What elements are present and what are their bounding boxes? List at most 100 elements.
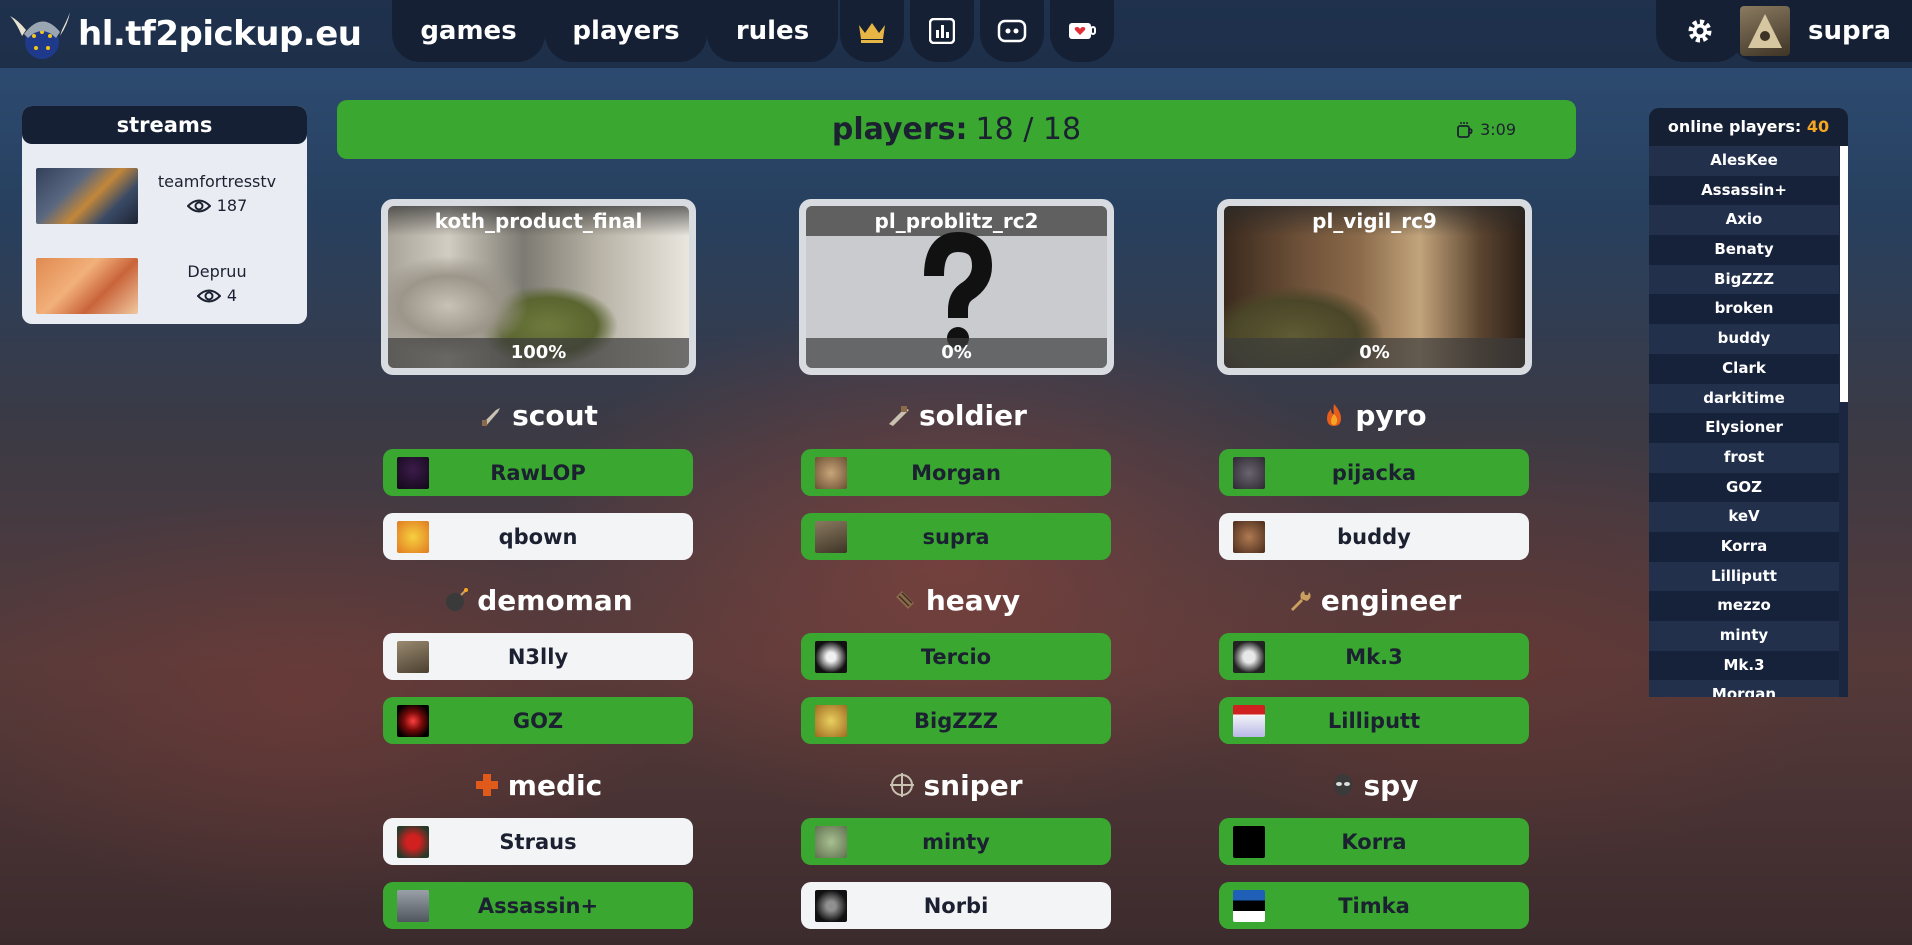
player-name: buddy <box>1337 524 1411 549</box>
player-name: Mk.3 <box>1345 644 1403 669</box>
stream-name: teamfortresstv <box>157 172 277 191</box>
online-player-item[interactable]: Elysioner <box>1649 413 1839 443</box>
player-slot[interactable]: buddy <box>1219 513 1529 560</box>
player-slot[interactable]: RawLOP <box>383 449 693 496</box>
online-player-item[interactable]: keV <box>1649 502 1839 532</box>
player-slot[interactable]: Korra <box>1219 818 1529 865</box>
class-name: engineer <box>1320 583 1462 617</box>
online-players-list[interactable]: AlesKee Assassin+ Axio Benaty BigZZZ broken bu… <box>1649 146 1848 697</box>
player-name: Korra <box>1341 829 1407 854</box>
online-player-item[interactable]: Mk.3 <box>1649 650 1839 681</box>
online-player-item[interactable]: buddy <box>1649 324 1839 354</box>
class-name: heavy <box>925 583 1021 617</box>
stream-item[interactable]: Depruu 4 <box>36 258 296 318</box>
player-slot[interactable]: BigZZZ <box>801 697 1111 744</box>
player-slot[interactable]: Lilliputt <box>1219 697 1529 744</box>
map-vote-card[interactable]: pl_problitz_rc2 0% <box>799 199 1114 375</box>
queue-timer-value: 3:09 <box>1480 120 1516 139</box>
online-player-item[interactable]: Benaty <box>1649 235 1839 265</box>
online-players-count: 40 <box>1806 117 1830 136</box>
player-name: N3lly <box>507 644 569 669</box>
player-slot[interactable]: Tercio <box>801 633 1111 680</box>
avatar <box>397 890 429 922</box>
player-slot[interactable]: Norbi <box>801 882 1111 929</box>
player-name: minty <box>922 829 990 854</box>
online-player-item[interactable]: Korra <box>1649 531 1839 562</box>
online-player-item[interactable]: Clark <box>1649 353 1839 384</box>
flame-icon <box>1327 404 1342 426</box>
online-player-item[interactable]: BigZZZ <box>1649 264 1839 295</box>
player-slot[interactable]: supra <box>801 513 1111 560</box>
player-name: Straus <box>499 829 577 854</box>
online-players-label: online players: <box>1667 117 1802 136</box>
avatar <box>1233 457 1265 489</box>
class-name: soldier <box>919 398 1027 432</box>
avatar <box>1233 521 1265 553</box>
nav-players-link[interactable]: players <box>545 0 707 62</box>
online-player-item[interactable]: AlesKee <box>1649 146 1839 176</box>
scatter-gun-icon <box>482 408 501 426</box>
online-player-item[interactable]: Lilliputt <box>1649 561 1839 592</box>
map-preview-image: koth_product_final 100% <box>388 206 689 368</box>
class-header-spy: spy <box>1219 765 1529 805</box>
hall-of-fame-link[interactable] <box>840 0 904 62</box>
online-player-item[interactable]: mezzo <box>1649 591 1839 621</box>
class-header-medic: medic <box>383 765 693 805</box>
player-slot[interactable]: N3lly <box>383 633 693 680</box>
brand-name: hl.tf2pickup.eu <box>78 14 362 54</box>
online-player-item[interactable]: GOZ <box>1649 472 1839 503</box>
class-name: sniper <box>923 768 1023 802</box>
class-name: pyro <box>1355 398 1427 432</box>
stream-viewer-count: 4 <box>226 286 238 305</box>
donate-link[interactable] <box>1050 0 1114 62</box>
stream-item[interactable]: teamfortresstv 187 <box>36 168 296 228</box>
player-name: Tercio <box>920 644 992 669</box>
avatar <box>815 641 847 673</box>
class-name: demoman <box>477 583 633 617</box>
online-player-item[interactable]: Morgan <box>1649 680 1839 697</box>
queue-timer: 3:09 <box>1456 120 1516 139</box>
player-slot[interactable]: Assassin+ <box>383 882 693 929</box>
player-slot[interactable]: GOZ <box>383 697 693 744</box>
streams-panel: streams teamfortresstv 187 Depruu 4 <box>22 106 307 324</box>
player-name: Lilliputt <box>1327 708 1421 733</box>
nav-rules-link[interactable]: rules <box>707 0 838 62</box>
player-slot[interactable]: Timka <box>1219 882 1529 929</box>
spy-mask-icon <box>1333 774 1352 796</box>
player-slot[interactable]: Straus <box>383 818 693 865</box>
avatar <box>815 521 847 553</box>
gear-icon <box>1688 19 1712 43</box>
class-header-soldier: soldier <box>801 395 1111 435</box>
online-player-item[interactable]: broken <box>1649 294 1839 325</box>
online-player-item[interactable]: minty <box>1649 621 1839 651</box>
player-slot[interactable]: Mk.3 <box>1219 633 1529 680</box>
map-vote-card[interactable]: koth_product_final 100% <box>381 199 696 375</box>
stream-name: Depruu <box>187 262 247 281</box>
player-name: GOZ <box>512 708 564 733</box>
map-name: koth_product_final <box>388 206 689 236</box>
brand[interactable]: hl.tf2pickup.eu <box>6 6 362 62</box>
crosshair-icon <box>890 773 915 797</box>
user-menu[interactable]: supra <box>1730 0 1912 62</box>
statistics-link[interactable] <box>910 0 974 62</box>
player-slot[interactable]: Morgan <box>801 449 1111 496</box>
online-players-panel: online players: 40 AlesKee Assassin+ Axio B… <box>1649 108 1848 700</box>
eye-icon <box>186 199 212 213</box>
player-slot[interactable]: pijacka <box>1219 449 1529 496</box>
minigun-icon <box>895 591 914 609</box>
avatar <box>1233 890 1265 922</box>
online-player-item[interactable]: darkitime <box>1649 383 1839 414</box>
wrench-icon <box>1290 591 1311 611</box>
class-name: scout <box>512 398 598 432</box>
coffee-heart-icon <box>1069 23 1096 39</box>
player-slot[interactable]: qbown <box>383 513 693 560</box>
nav-games-link[interactable]: games <box>392 0 545 62</box>
online-player-item[interactable]: Axio <box>1649 205 1839 236</box>
discord-link[interactable] <box>980 0 1044 62</box>
map-vote-card[interactable]: pl_vigil_rc9 0% <box>1217 199 1532 375</box>
scrollbar-thumb[interactable] <box>1840 146 1848 402</box>
online-player-item[interactable]: frost <box>1649 442 1839 473</box>
online-player-item[interactable]: Assassin+ <box>1649 175 1839 206</box>
player-slot[interactable]: minty <box>801 818 1111 865</box>
class-name: spy <box>1363 768 1419 802</box>
